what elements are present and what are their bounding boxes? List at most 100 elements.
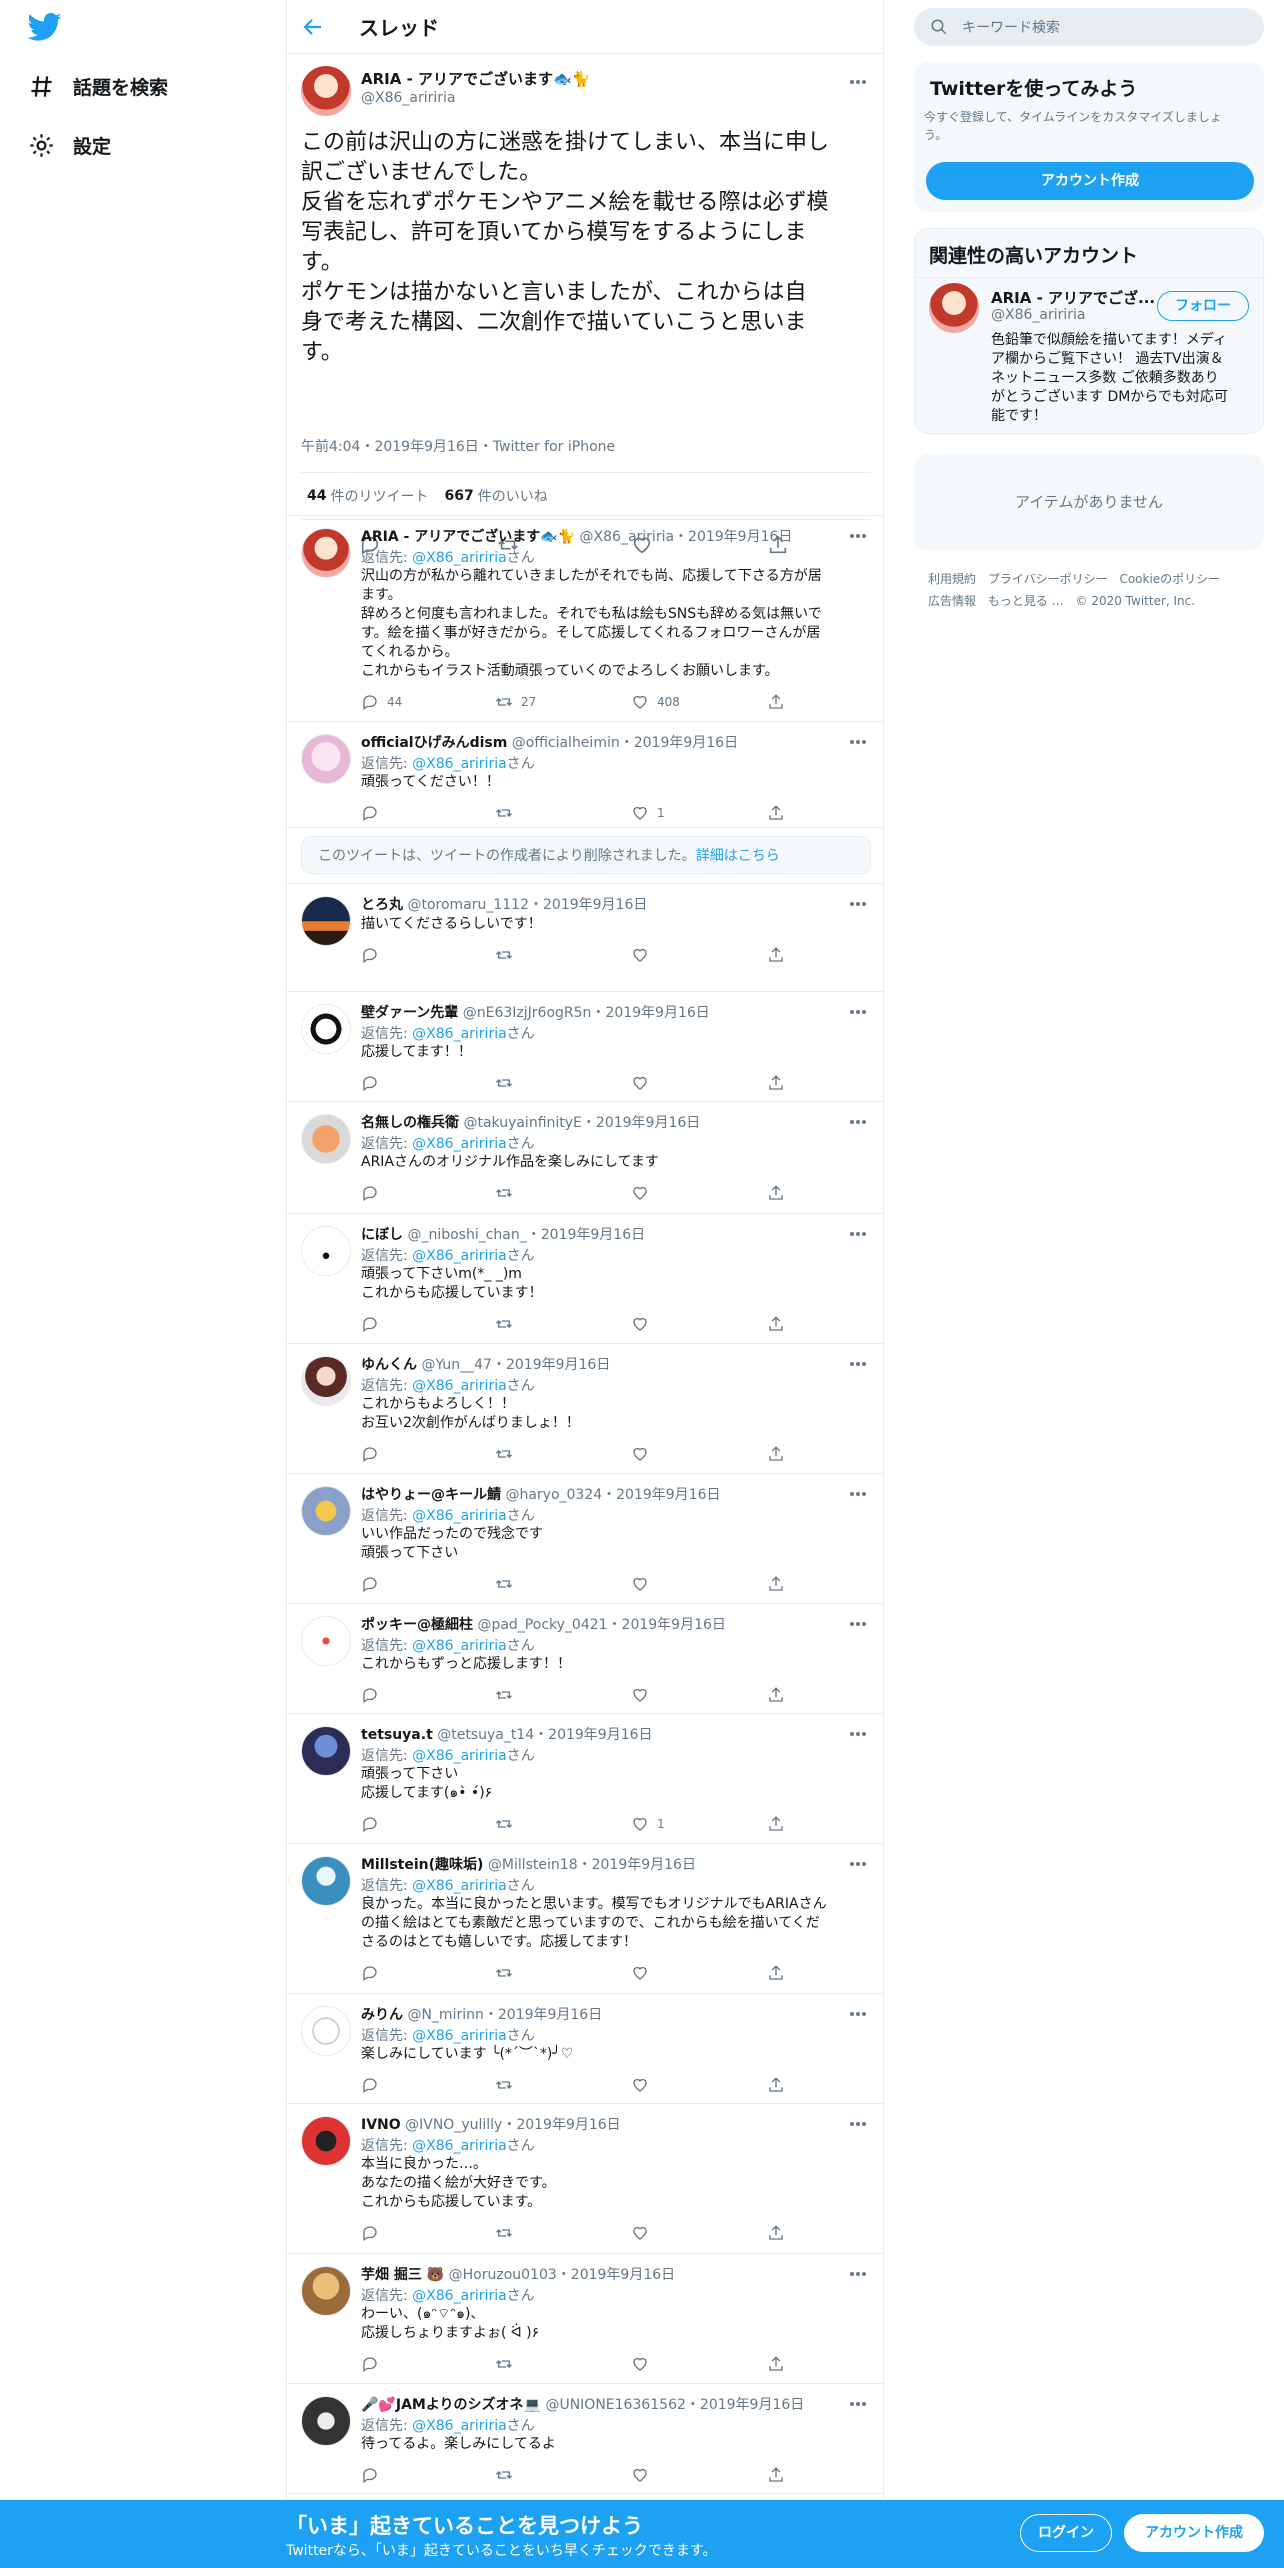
avatar[interactable] bbox=[301, 734, 351, 784]
reply-author-handle[interactable]: @UNIONE16361562 bbox=[545, 2397, 685, 2413]
reply-author-name[interactable]: ゆんくん bbox=[361, 1357, 417, 1373]
share-button[interactable] bbox=[767, 2076, 793, 2094]
reply-date[interactable]: 2019年9月16日 bbox=[622, 1617, 726, 1633]
share-button[interactable] bbox=[767, 2466, 793, 2484]
reply-date[interactable]: 2019年9月16日 bbox=[592, 1857, 696, 1873]
reply-date[interactable]: 2019年9月16日 bbox=[688, 529, 792, 545]
reply-button[interactable] bbox=[361, 2076, 387, 2094]
reply-author-handle[interactable]: @toromaru_1112 bbox=[407, 897, 529, 913]
reply-date[interactable]: 2019年9月16日 bbox=[571, 2267, 675, 2283]
reply-to-handle[interactable]: @X86_aririria bbox=[412, 1748, 507, 1764]
reply-tweet[interactable]: ポッキー@極細柱 @pad_Pocky_0421・2019年9月16日 返信先: … bbox=[287, 1604, 883, 1714]
more-options-icon[interactable] bbox=[847, 1356, 869, 1372]
nav-settings[interactable]: 設定 bbox=[28, 121, 111, 169]
reply-button[interactable] bbox=[361, 804, 387, 822]
reply-date[interactable]: 2019年9月16日 bbox=[634, 735, 738, 751]
author-name[interactable]: ARIA - アリアでございます🐟🐈 bbox=[361, 68, 590, 89]
share-button[interactable] bbox=[767, 1315, 793, 1333]
more-options-icon[interactable] bbox=[847, 2116, 869, 2132]
reply-date[interactable]: 2019年9月16日 bbox=[605, 1005, 709, 1021]
like-button[interactable] bbox=[631, 1964, 657, 1982]
like-button[interactable]: 1 bbox=[631, 1815, 665, 1833]
more-options-icon[interactable] bbox=[847, 734, 869, 750]
avatar[interactable] bbox=[301, 1856, 351, 1906]
reply-author-name[interactable]: ポッキー@極細柱 bbox=[361, 1617, 473, 1633]
reply-to-handle[interactable]: @X86_aririria bbox=[412, 1378, 507, 1394]
retweet-button[interactable] bbox=[495, 2224, 521, 2242]
avatar[interactable] bbox=[301, 896, 351, 946]
reply-date[interactable]: 2019年9月16日 bbox=[616, 1487, 720, 1503]
like-button[interactable] bbox=[631, 2076, 657, 2094]
reply-author-name[interactable]: IVNO bbox=[361, 2117, 401, 2133]
reply-to-handle[interactable]: @X86_aririria bbox=[412, 2028, 507, 2044]
avatar[interactable] bbox=[301, 66, 351, 116]
reply-author-name[interactable]: tetsuya.t bbox=[361, 1727, 433, 1743]
reply-tweet[interactable]: officialひげみんdism @officialheimin・2019年9月… bbox=[287, 722, 883, 828]
retweet-button[interactable] bbox=[495, 804, 521, 822]
reply-author-handle[interactable]: @X86_aririria bbox=[580, 529, 675, 545]
more-options-icon[interactable] bbox=[847, 1856, 869, 1872]
reply-to-handle[interactable]: @X86_aririria bbox=[412, 1638, 507, 1654]
reply-button[interactable] bbox=[361, 1575, 387, 1593]
avatar[interactable] bbox=[301, 528, 351, 578]
reply-button[interactable] bbox=[361, 2355, 387, 2373]
retweet-count[interactable]: 44 bbox=[307, 488, 326, 504]
reply-author-handle[interactable]: @officialheimin bbox=[512, 735, 620, 751]
reply-author-handle[interactable]: @tetsuya_t14 bbox=[437, 1727, 534, 1743]
reply-button[interactable] bbox=[361, 1074, 387, 1092]
avatar[interactable] bbox=[301, 1114, 351, 1164]
avatar[interactable] bbox=[301, 1004, 351, 1054]
reply-to-handle[interactable]: @X86_aririria bbox=[412, 2418, 507, 2434]
footer-ads-link[interactable]: 広告情報 bbox=[928, 594, 976, 608]
more-options-icon[interactable] bbox=[847, 2266, 869, 2282]
more-options-icon[interactable] bbox=[847, 1226, 869, 1242]
retweet-button[interactable] bbox=[495, 1686, 521, 1704]
footer-terms-link[interactable]: 利用規約 bbox=[928, 572, 976, 586]
avatar[interactable] bbox=[301, 1726, 351, 1776]
more-options-icon[interactable] bbox=[847, 1486, 869, 1502]
reply-author-name[interactable]: はやりょー@キール鯖 bbox=[361, 1487, 501, 1503]
like-button[interactable] bbox=[631, 1445, 657, 1463]
like-button[interactable]: 1 bbox=[631, 804, 665, 822]
retweet-button[interactable] bbox=[495, 946, 521, 964]
share-button[interactable] bbox=[767, 1686, 793, 1704]
reply-date[interactable]: 2019年9月16日 bbox=[498, 2007, 602, 2023]
related-account-name[interactable]: ARIA - アリアでござ... bbox=[991, 287, 1155, 308]
like-button[interactable] bbox=[631, 2355, 657, 2373]
reply-button[interactable] bbox=[361, 1315, 387, 1333]
author-handle[interactable]: @X86_aririria bbox=[361, 90, 456, 106]
reply-date[interactable]: 2019年9月16日 bbox=[596, 1115, 700, 1131]
reply-button[interactable] bbox=[361, 1815, 387, 1833]
twitter-logo-icon[interactable] bbox=[28, 12, 62, 42]
like-button[interactable] bbox=[631, 1315, 657, 1333]
share-button[interactable] bbox=[767, 1964, 793, 1982]
retweet-button[interactable] bbox=[495, 1184, 521, 1202]
like-button[interactable] bbox=[631, 1575, 657, 1593]
reply-to-handle[interactable]: @X86_aririria bbox=[412, 1136, 507, 1152]
reply-button[interactable]: 44 bbox=[361, 693, 402, 711]
reply-tweet[interactable]: とろ丸 @toromaru_1112・2019年9月16日 描いてくださるらしいで… bbox=[287, 884, 883, 992]
reply-author-handle[interactable]: @haryo_0324 bbox=[505, 1487, 602, 1503]
reply-author-handle[interactable]: @Millstein18 bbox=[488, 1857, 578, 1873]
reply-tweet[interactable]: Millstein(趣味垢) @Millstein18・2019年9月16日 返信… bbox=[287, 1844, 883, 1994]
reply-tweet[interactable]: にぼし @_niboshi_chan_・2019年9月16日 返信先: @X86_… bbox=[287, 1214, 883, 1344]
reply-to-handle[interactable]: @X86_aririria bbox=[412, 550, 507, 566]
share-button[interactable] bbox=[767, 946, 793, 964]
more-options-icon[interactable] bbox=[847, 74, 869, 90]
retweet-button[interactable] bbox=[495, 2466, 521, 2484]
share-button[interactable] bbox=[767, 1074, 793, 1092]
footer-more-link[interactable]: もっと見る … bbox=[988, 594, 1064, 608]
reply-tweet[interactable]: ARIA - アリアでございます🐟🐈 @X86_aririria・2019年9月… bbox=[287, 516, 883, 722]
create-account-button[interactable]: アカウント作成 bbox=[926, 162, 1254, 200]
more-options-icon[interactable] bbox=[847, 1114, 869, 1130]
retweet-button[interactable] bbox=[495, 1074, 521, 1092]
reply-to-handle[interactable]: @X86_aririria bbox=[412, 1248, 507, 1264]
reply-to-handle[interactable]: @X86_aririria bbox=[412, 2288, 507, 2304]
tweet-timestamp[interactable]: 午前4:04・2019年9月16日・Twitter for iPhone bbox=[301, 436, 615, 456]
reply-author-handle[interactable]: @IVNO_yulilly bbox=[405, 2117, 502, 2133]
reply-author-handle[interactable]: @takuyainfinityE bbox=[463, 1115, 581, 1131]
share-button[interactable] bbox=[767, 1445, 793, 1463]
avatar[interactable] bbox=[301, 2006, 351, 2056]
avatar[interactable] bbox=[929, 283, 979, 333]
more-options-icon[interactable] bbox=[847, 1726, 869, 1742]
